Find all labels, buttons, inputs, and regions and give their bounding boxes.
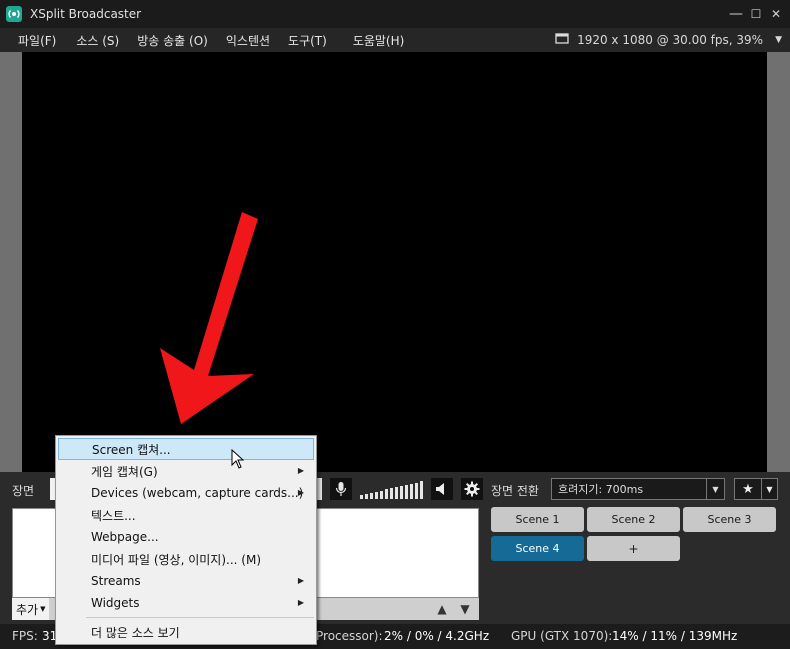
menu-sources[interactable]: 소스 (S)	[68, 32, 127, 49]
chevron-down-icon: ▼	[775, 35, 782, 45]
chevron-down-icon: ▼	[706, 479, 724, 499]
chevron-down-icon: ▼	[761, 479, 777, 499]
submenu-arrow-icon: ▶	[297, 488, 304, 497]
add-scene-button[interactable]: +	[587, 536, 680, 561]
cpu-value: 2% / 0% / 4.2GHz	[384, 629, 490, 643]
gear-icon[interactable]	[461, 478, 483, 500]
menu-item-label: Webpage...	[91, 530, 159, 544]
star-add-icon: ★	[742, 481, 754, 497]
red-arrow-annotation	[160, 212, 258, 424]
scenes-label: 장면	[12, 484, 35, 498]
menu-item-devices[interactable]: Devices (webcam, capture cards...) ▶	[58, 482, 314, 504]
menu-item-streams[interactable]: Streams ▶	[58, 570, 314, 592]
microphone-icon[interactable]	[330, 478, 352, 500]
resolution-selector[interactable]: 1920 x 1080 @ 30.00 fps, 39% ▼	[555, 28, 782, 52]
menu-item-webpage[interactable]: Webpage...	[58, 526, 314, 548]
menu-item-more-sources[interactable]: 더 많은 소스 보기	[58, 621, 314, 643]
xsplit-logo-icon	[6, 6, 22, 22]
scene-button[interactable]: Scene 2	[587, 507, 680, 532]
menu-file[interactable]: 파일(F)	[10, 32, 64, 49]
menu-item-media-file[interactable]: 미디어 파일 (영상, 이미지)... (M)	[58, 548, 314, 570]
menu-item-label: Screen 캡쳐...	[92, 442, 171, 457]
menu-separator	[86, 617, 314, 618]
menu-help[interactable]: 도움말(H)	[345, 32, 413, 49]
scene-button[interactable]: Scene 1	[491, 507, 584, 532]
menu-item-screen-capture[interactable]: Screen 캡쳐...	[58, 438, 314, 460]
move-down-icon[interactable]: ▼	[457, 601, 473, 617]
menu-broadcast[interactable]: 방송 송출 (O)	[129, 32, 216, 49]
move-up-icon[interactable]: ▲	[434, 601, 450, 617]
chevron-down-icon: ▼	[40, 605, 46, 613]
menu-item-label: 게임 캡쳐(G)	[91, 464, 158, 479]
title-bar: XSplit Broadcaster — ☐ ✕	[0, 0, 790, 28]
transition-value: 흐려지기: 700ms	[558, 483, 644, 496]
menu-extensions[interactable]: 익스텐션	[218, 32, 278, 49]
scene-button-active[interactable]: Scene 4	[491, 536, 584, 561]
menu-item-label: 미디어 파일 (영상, 이미지)... (M)	[91, 552, 261, 567]
gpu-label: GPU (GTX 1070):	[511, 629, 613, 643]
scene-button[interactable]: Scene 3	[683, 507, 776, 532]
menu-tools[interactable]: 도구(T)	[280, 32, 335, 49]
speaker-icon[interactable]	[431, 478, 453, 500]
menu-item-label: 더 많은 소스 보기	[91, 625, 180, 640]
add-source-label: 추가	[16, 602, 39, 617]
favorites-button[interactable]: ★ ▼	[734, 478, 778, 500]
menu-item-game-capture[interactable]: 게임 캡쳐(G) ▶	[58, 460, 314, 482]
audio-toolbar	[300, 478, 483, 500]
fps-label: FPS:	[12, 629, 38, 643]
menu-item-label: Widgets	[91, 596, 140, 610]
monitor-icon	[555, 32, 569, 48]
add-source-button[interactable]: 추가 ▼	[12, 598, 50, 620]
menu-item-label: Devices (webcam, capture cards...)	[91, 486, 304, 500]
resolution-label: 1920 x 1080 @ 30.00 fps, 39%	[577, 33, 764, 47]
submenu-arrow-icon: ▶	[297, 598, 304, 607]
menu-item-label: 텍스트...	[91, 508, 136, 523]
mouse-cursor-icon	[231, 449, 245, 469]
minimize-button[interactable]: —	[726, 4, 746, 24]
menu-bar: 파일(F) 소스 (S) 방송 송출 (O) 익스텐션 도구(T) 도움말(H)…	[0, 28, 790, 52]
volume-bars-icon[interactable]	[360, 479, 423, 499]
cpu-label: Processor):	[316, 629, 383, 643]
gpu-value: 14% / 11% / 139MHz	[612, 629, 738, 643]
preview-frame	[0, 52, 790, 472]
close-button[interactable]: ✕	[766, 4, 786, 24]
menu-item-text[interactable]: 텍스트...	[58, 504, 314, 526]
add-source-menu: Screen 캡쳐... 게임 캡쳐(G) ▶ Devices (webcam,…	[55, 435, 317, 645]
submenu-arrow-icon: ▶	[297, 576, 304, 585]
menu-item-label: Streams	[91, 574, 141, 588]
submenu-arrow-icon: ▶	[297, 466, 304, 475]
transition-select[interactable]: 흐려지기: 700ms ▼	[551, 478, 725, 500]
maximize-button[interactable]: ☐	[746, 4, 766, 24]
menu-item-widgets[interactable]: Widgets ▶	[58, 592, 314, 614]
transition-label: 장면 전환	[491, 484, 539, 498]
window-title: XSplit Broadcaster	[30, 7, 142, 21]
